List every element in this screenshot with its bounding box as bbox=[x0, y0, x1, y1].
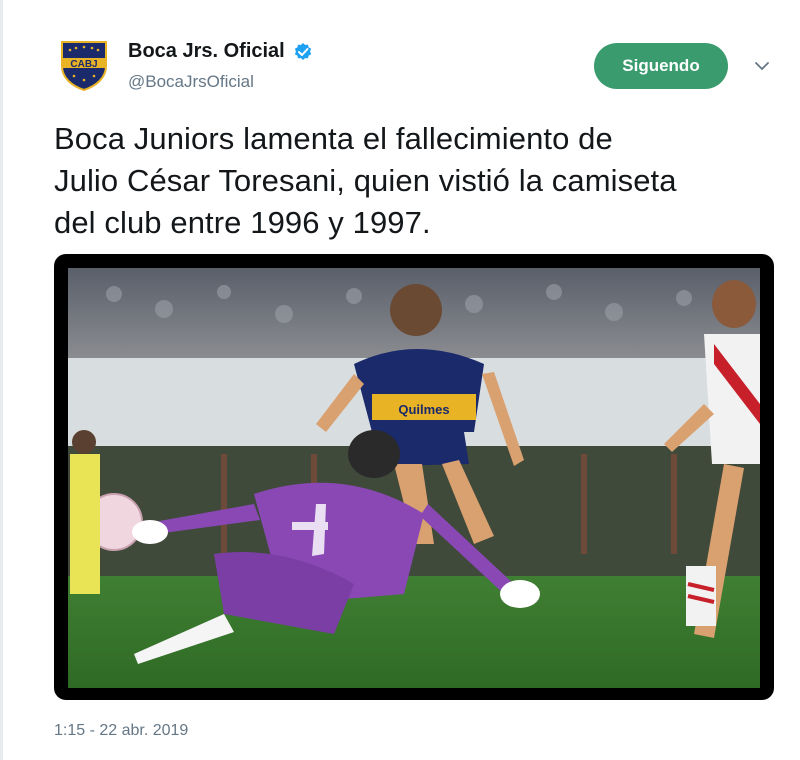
more-options-button[interactable] bbox=[754, 58, 770, 74]
tweet-card: CABJ Boca Jrs. Oficial @BocaJrsOficial S… bbox=[0, 0, 800, 760]
left-divider bbox=[0, 0, 3, 760]
display-name[interactable]: Boca Jrs. Oficial bbox=[128, 40, 285, 63]
jersey-sponsor: Quilmes bbox=[398, 402, 449, 417]
boca-crest-icon: CABJ bbox=[61, 41, 107, 92]
verified-badge-icon bbox=[294, 42, 311, 60]
user-handle[interactable]: @BocaJrsOficial bbox=[128, 72, 254, 92]
tweet-text: Boca Juniors lamenta el fallecimiento de… bbox=[54, 118, 774, 244]
tweet-photo[interactable]: Quilmes bbox=[54, 254, 774, 700]
pitch bbox=[68, 576, 760, 688]
avatar[interactable]: CABJ bbox=[56, 36, 112, 92]
football-match-photo: Quilmes bbox=[68, 268, 760, 688]
tweet-text-line: Boca Juniors lamenta el fallecimiento de bbox=[54, 121, 613, 156]
following-button[interactable]: Siguendo bbox=[594, 43, 728, 89]
tweet-text-line: Julio César Toresani, quien vistió la ca… bbox=[54, 163, 677, 198]
avatar-crest-text: CABJ bbox=[70, 59, 97, 70]
background-figure bbox=[70, 430, 100, 594]
name-row: Boca Jrs. Oficial bbox=[128, 40, 313, 63]
tweet-text-line: del club entre 1996 y 1997. bbox=[54, 205, 431, 240]
chevron-down-icon bbox=[755, 62, 769, 71]
tweet-timestamp[interactable]: 1:15 - 22 abr. 2019 bbox=[54, 722, 188, 740]
